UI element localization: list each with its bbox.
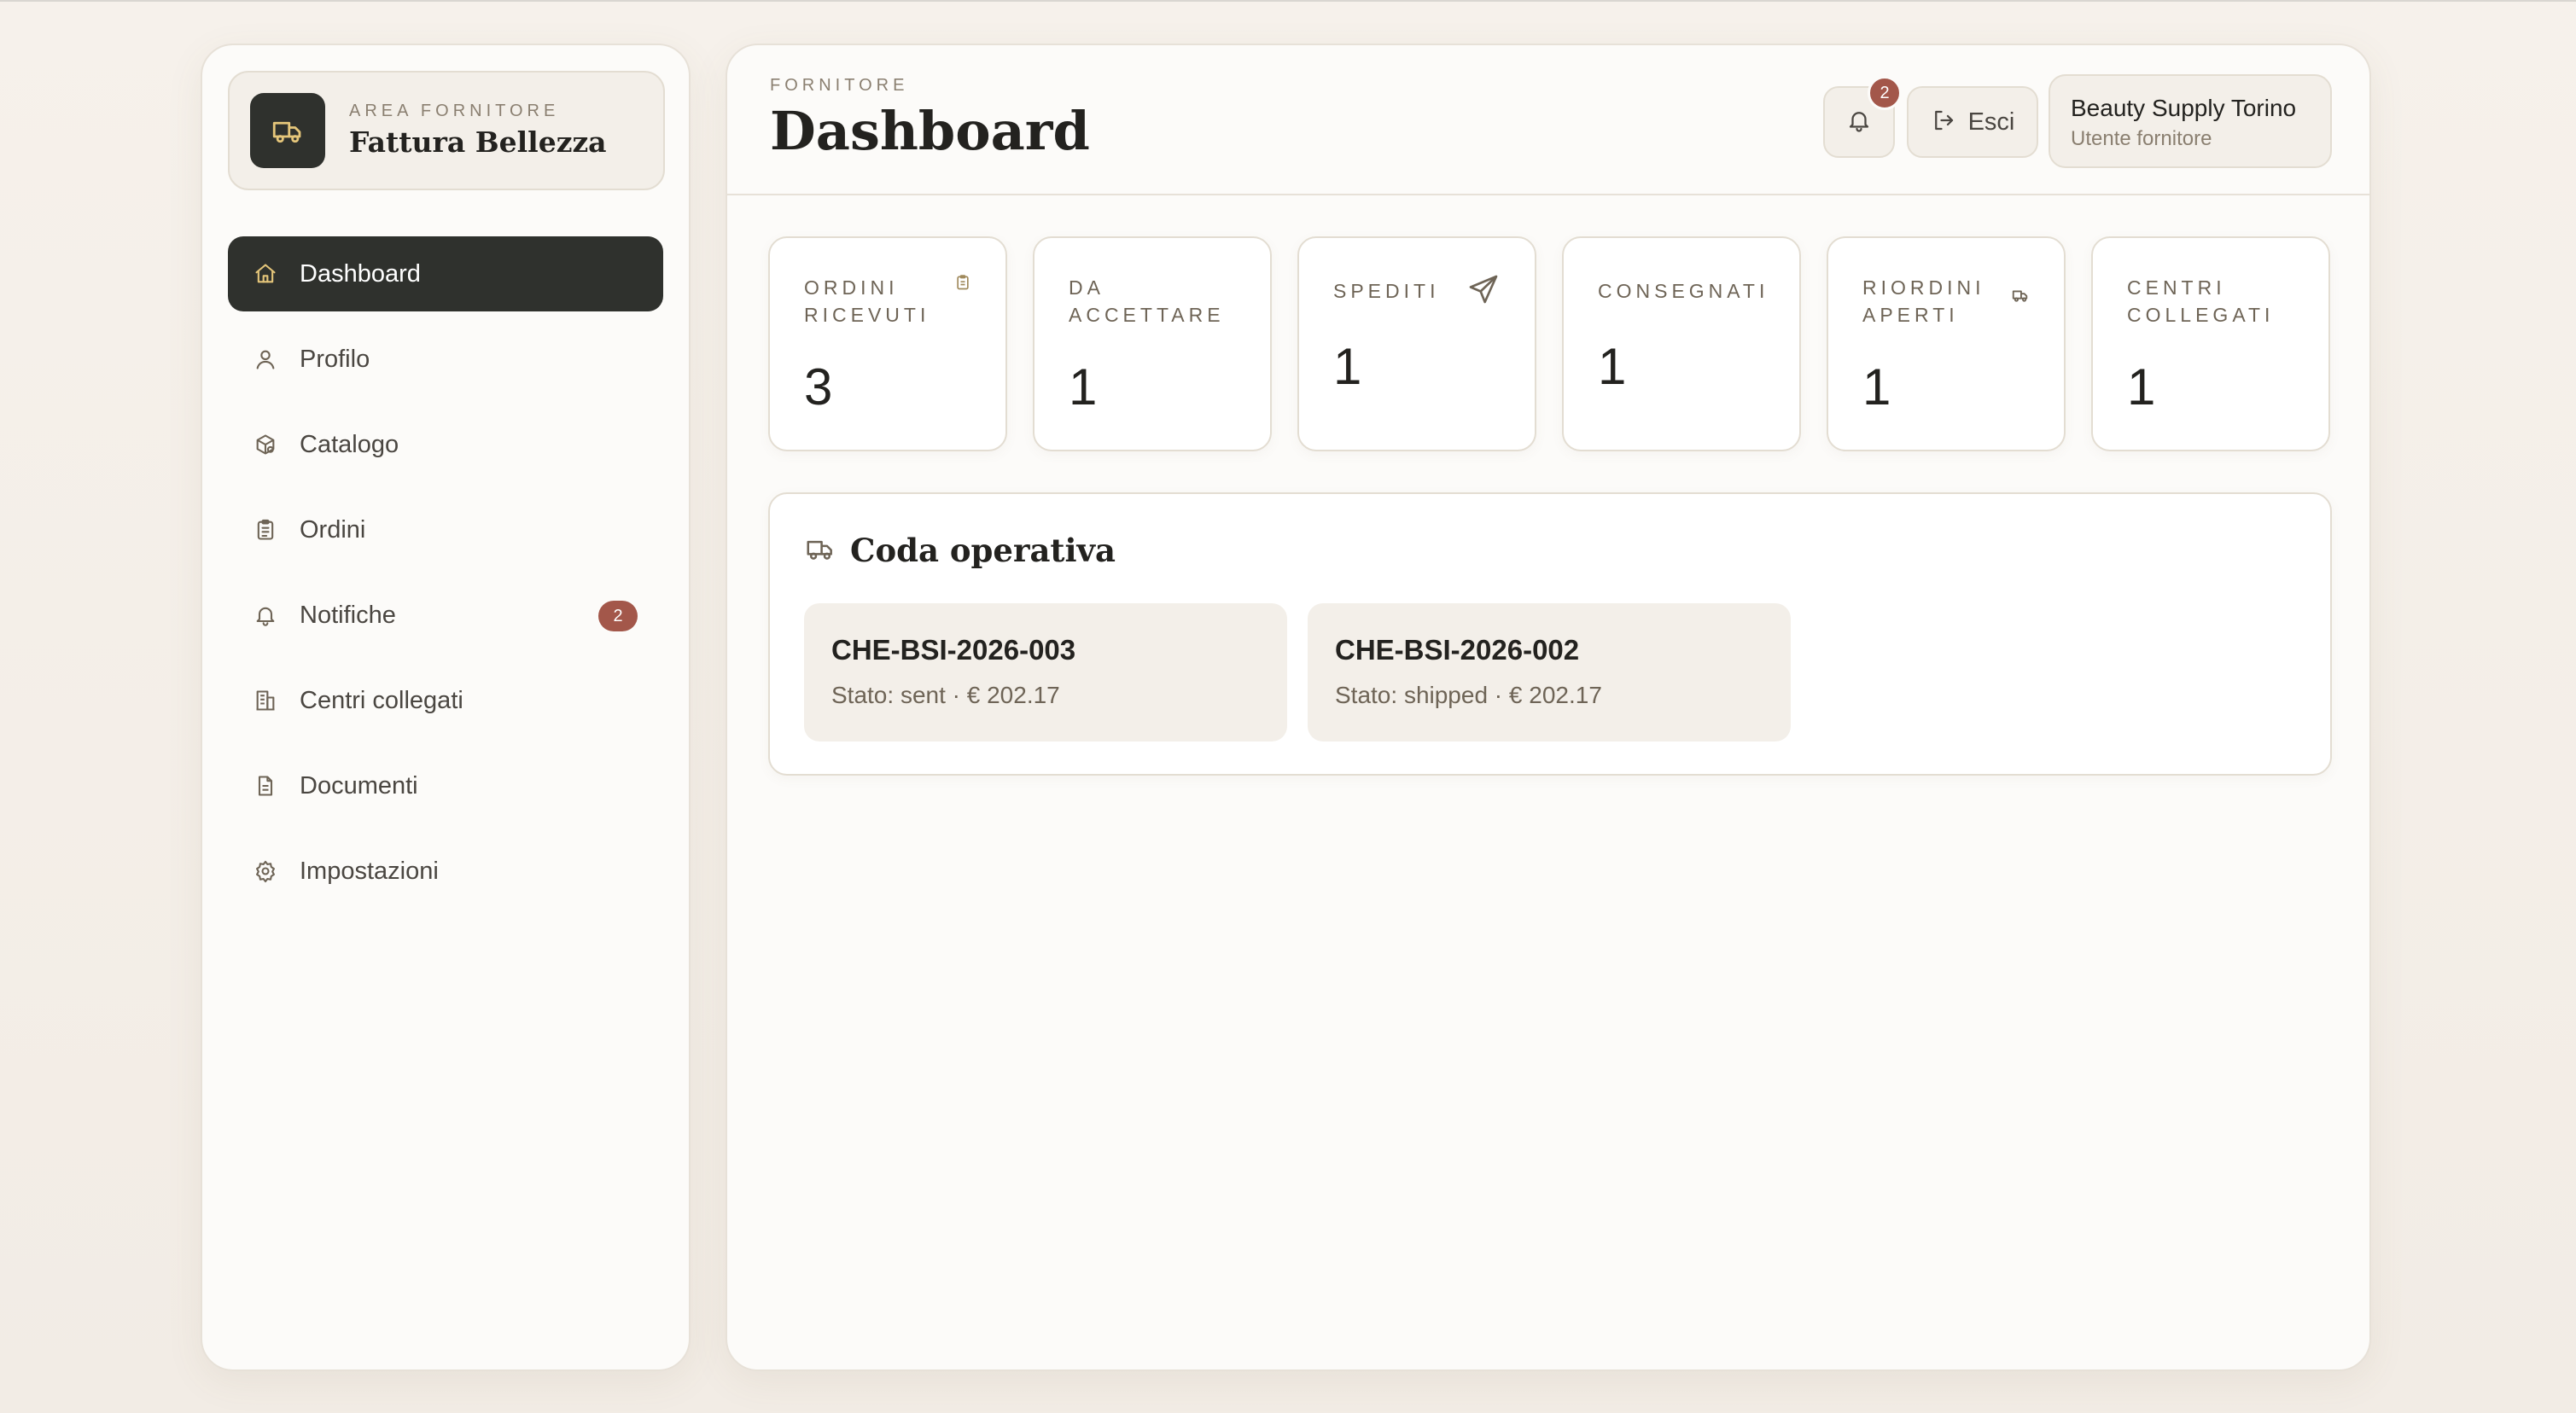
stat-card-da-accettare: Da accettare 1 [1033, 236, 1272, 451]
stat-card-riordini-aperti: Riordini aperti 1 [1827, 236, 2066, 451]
order-code: CHE-BSI-2026-002 [1335, 634, 1580, 666]
stat-value: 1 [1333, 338, 1362, 395]
stat-value: 1 [1598, 338, 1627, 395]
send-icon [1466, 272, 1501, 311]
sidebar-item-label: Ordini [300, 515, 366, 544]
gear-icon [252, 858, 279, 885]
sidebar-item-catalogo[interactable]: Catalogo [228, 407, 663, 482]
truck-icon [2011, 286, 2030, 309]
sidebar-item-ordini[interactable]: Ordini [228, 492, 663, 567]
clipboard-icon [252, 516, 279, 544]
sidebar-nav: Dashboard Profilo Catalogo Ordini Notifi… [228, 236, 663, 919]
stat-value: 1 [1862, 358, 1891, 416]
sidebar-item-label: Centri collegati [300, 686, 463, 714]
page-kicker: FORNITORE [770, 76, 909, 95]
home-icon [252, 260, 279, 288]
logout-button[interactable]: Esci [1907, 86, 2038, 158]
notifications-button[interactable]: 2 [1823, 76, 1902, 158]
package-icon [252, 431, 279, 458]
sidebar: AREA FORNITORE Fattura Bellezza Dashboar… [201, 44, 691, 1371]
bell-icon [252, 602, 279, 629]
building-icon [252, 687, 279, 714]
brand-card: AREA FORNITORE Fattura Bellezza [228, 71, 665, 190]
sidebar-item-label: Impostazioni [300, 857, 439, 885]
operational-queue-card: Coda operativa CHE-BSI-2026-003 Stato: s… [768, 492, 2332, 776]
brand-kicker: AREA FORNITORE [349, 102, 560, 120]
order-status: Stato: shipped · € 202.17 [1335, 682, 1602, 708]
stat-label: Riordini aperti [1862, 276, 1985, 326]
sidebar-item-impostazioni[interactable]: Impostazioni [228, 834, 663, 909]
window-top-border [0, 0, 2576, 2]
logout-icon [1931, 108, 1956, 137]
sidebar-item-documenti[interactable]: Documenti [228, 748, 663, 823]
document-icon [252, 772, 279, 800]
user-menu[interactable]: Beauty Supply Torino Utente fornitore [2049, 74, 2332, 168]
stat-label: Da accettare [1069, 276, 1225, 326]
sidebar-item-label: Profilo [300, 345, 370, 373]
sidebar-item-profilo[interactable]: Profilo [228, 322, 663, 397]
stat-card-ordini-ricevuti: Ordini ricevuti 3 [768, 236, 1007, 451]
clipboard-icon [954, 274, 971, 295]
sidebar-item-label: Documenti [300, 771, 418, 800]
page-header: FORNITORE Dashboard 2 Esci Beauty Supply… [727, 45, 2369, 195]
sidebar-item-centri-collegati[interactable]: Centri collegati [228, 663, 663, 738]
bell-icon [1846, 108, 1872, 137]
notifications-badge: 2 [1868, 76, 1902, 110]
user-name: Beauty Supply Torino [2071, 95, 2297, 121]
sidebar-item-notifiche[interactable]: Notifiche 2 [228, 578, 663, 653]
stat-card-centri-collegati: Centri collegati 1 [2091, 236, 2330, 451]
sidebar-item-label: Notifiche [300, 601, 396, 629]
truck-icon [804, 532, 836, 569]
stat-card-consegnati: Consegnati 1 [1562, 236, 1801, 451]
order-status: Stato: sent · € 202.17 [831, 682, 1060, 708]
queue-header: Coda operativa [804, 532, 1116, 569]
stats-row: Ordini ricevuti 3 Da accettare 1 Spediti… [768, 236, 2332, 455]
sidebar-item-label: Catalogo [300, 430, 399, 458]
sidebar-item-label: Dashboard [300, 259, 421, 288]
page-title: Dashboard [770, 100, 1090, 162]
sidebar-item-dashboard[interactable]: Dashboard [228, 236, 663, 311]
brand-name: Fattura Bellezza [349, 125, 607, 159]
queue-title: Coda operativa [850, 532, 1116, 569]
stat-value: 3 [804, 358, 833, 416]
stat-value: 1 [1069, 358, 1098, 416]
truck-icon [250, 93, 325, 168]
order-code: CHE-BSI-2026-003 [831, 634, 1076, 666]
stat-value: 1 [2127, 358, 2156, 416]
stat-label: Centri collegati [2127, 276, 2275, 326]
queue-item[interactable]: CHE-BSI-2026-003 Stato: sent · € 202.17 [804, 603, 1287, 741]
user-role: Utente fornitore [2071, 127, 2212, 150]
user-icon [252, 346, 279, 373]
queue-item[interactable]: CHE-BSI-2026-002 Stato: shipped · € 202.… [1308, 603, 1791, 741]
main-panel: FORNITORE Dashboard 2 Esci Beauty Supply… [726, 44, 2371, 1371]
stat-card-spediti: Spediti 1 [1297, 236, 1536, 451]
stat-label: Consegnati [1598, 280, 1769, 302]
stat-label: Ordini ricevuti [804, 276, 930, 326]
logout-label: Esci [1967, 108, 2015, 136]
notifications-count-badge: 2 [598, 601, 638, 631]
